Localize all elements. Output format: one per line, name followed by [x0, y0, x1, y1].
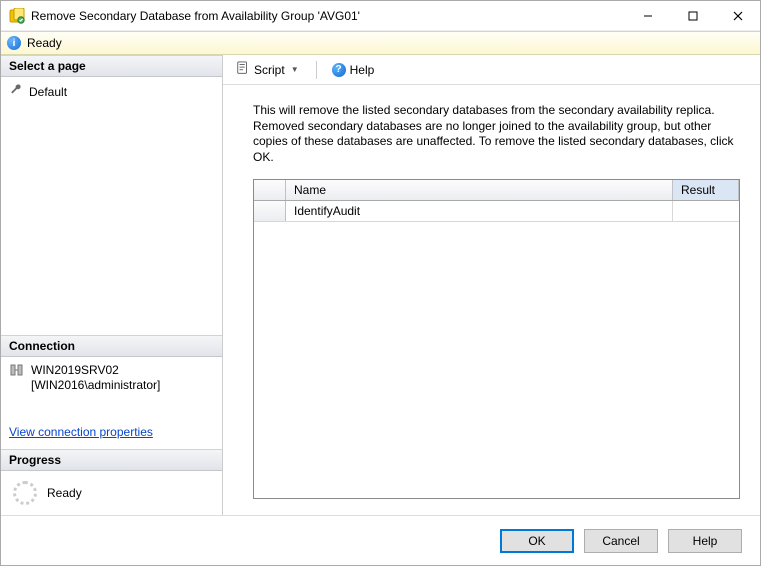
minimize-button[interactable] — [625, 1, 670, 30]
cell-result — [673, 201, 739, 221]
left-panel: Select a page Default Connection W — [1, 55, 223, 515]
select-page-body: Default — [1, 77, 222, 106]
grid-header: Name Result — [254, 180, 739, 201]
grid-header-rowselector — [254, 180, 286, 200]
row-selector[interactable] — [254, 201, 286, 221]
description-text: This will remove the listed secondary da… — [253, 103, 740, 165]
maximize-button[interactable] — [670, 1, 715, 30]
connection-text: WIN2019SRV02 [WIN2016\administrator] — [31, 363, 160, 393]
dialog-window: Remove Secondary Database from Availabil… — [0, 0, 761, 566]
titlebar: Remove Secondary Database from Availabil… — [1, 1, 760, 31]
server-name: WIN2019SRV02 — [31, 363, 119, 377]
window-controls — [625, 1, 760, 30]
cancel-button[interactable]: Cancel — [584, 529, 658, 553]
window-title: Remove Secondary Database from Availabil… — [31, 9, 625, 23]
page-item-default[interactable]: Default — [9, 81, 214, 102]
toolbar: Script ▼ ? Help — [223, 55, 760, 85]
toolbar-separator — [316, 61, 317, 79]
connection-info: WIN2019SRV02 [WIN2016\administrator] — [9, 361, 214, 395]
script-icon — [236, 61, 250, 78]
page-item-label: Default — [29, 85, 67, 99]
info-icon: i — [7, 36, 21, 50]
databases-grid: Name Result IdentifyAudit — [253, 179, 740, 499]
user-name: [WIN2016\administrator] — [31, 378, 160, 392]
progress-body: Ready — [1, 471, 222, 515]
server-icon — [9, 363, 25, 383]
help-toolbar-label: Help — [350, 63, 375, 77]
app-icon — [9, 8, 25, 24]
dialog-body: Select a page Default Connection W — [1, 55, 760, 515]
wrench-icon — [9, 83, 23, 100]
progress-spinner-icon — [13, 481, 37, 505]
ok-button[interactable]: OK — [500, 529, 574, 553]
right-panel: Script ▼ ? Help This will remove the lis… — [223, 55, 760, 515]
status-strip: i Ready — [1, 31, 760, 55]
view-connection-link[interactable]: View connection properties — [9, 425, 153, 439]
grid-body: IdentifyAudit — [254, 201, 739, 498]
cell-name: IdentifyAudit — [286, 201, 673, 221]
connection-body: WIN2019SRV02 [WIN2016\administrator] Vie… — [1, 357, 222, 449]
progress-header: Progress — [1, 449, 222, 471]
grid-header-result[interactable]: Result — [673, 180, 739, 200]
script-button[interactable]: Script ▼ — [229, 58, 308, 81]
progress-status-label: Ready — [47, 486, 82, 500]
close-button[interactable] — [715, 1, 760, 30]
grid-header-name[interactable]: Name — [286, 180, 673, 200]
table-row[interactable]: IdentifyAudit — [254, 201, 739, 222]
help-button[interactable]: Help — [668, 529, 742, 553]
status-strip-label: Ready — [27, 36, 62, 50]
help-icon: ? — [332, 63, 346, 77]
chevron-down-icon: ▼ — [289, 65, 301, 74]
help-toolbar-button[interactable]: ? Help — [325, 60, 382, 80]
connection-header: Connection — [1, 335, 222, 357]
dialog-footer: OK Cancel Help — [1, 515, 760, 565]
select-page-header: Select a page — [1, 55, 222, 77]
main-content: This will remove the listed secondary da… — [223, 85, 760, 515]
script-button-label: Script — [254, 63, 285, 77]
